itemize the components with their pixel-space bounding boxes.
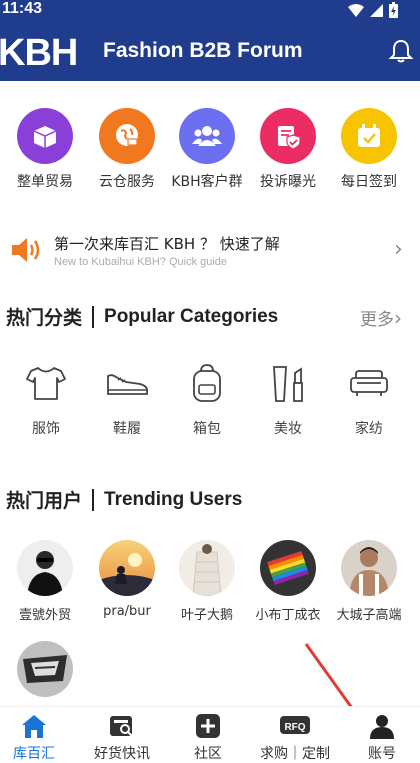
calendar-check-icon (341, 108, 397, 164)
tshirt-icon (26, 367, 66, 400)
speaker-icon (12, 238, 40, 262)
tab-home[interactable]: 库百汇 (0, 713, 76, 763)
user-name: pra/bur (103, 604, 151, 619)
section-title-en: Popular Categories (104, 305, 279, 327)
guide-title: 第一次来库百汇 KBH ？ 快速了解 (54, 235, 280, 253)
section-title-cn: 热门用户 (6, 490, 83, 512)
tab-account[interactable]: 账号 (340, 713, 420, 763)
avatar (17, 540, 73, 596)
plus-box-icon (196, 714, 220, 738)
user-item[interactable]: 壹號外贸 (4, 540, 86, 623)
category-home-textiles[interactable]: 家纺 (334, 362, 404, 438)
more-link[interactable]: 更多› (360, 305, 402, 330)
user-name: 叶子大鹅 (180, 608, 233, 623)
sneaker-icon (107, 374, 149, 395)
shield-icon (260, 108, 316, 164)
quick-action-label: KBH客户群 (171, 174, 243, 190)
section-title-en: Trending Users (104, 488, 243, 510)
tab-label: 求购｜定制 (260, 746, 330, 762)
user-item[interactable]: 小布丁成衣 (247, 540, 329, 623)
category-cosmetics[interactable]: 美妆 (253, 362, 323, 438)
tab-label: 账号 (368, 746, 396, 762)
quick-action-daily-checkin[interactable]: 每日签到 (328, 108, 410, 191)
rfq-icon: RFQ (280, 716, 310, 734)
tab-label: 库百汇 (13, 746, 55, 762)
user-name: 大城子高端 (336, 608, 402, 623)
bottom-tab-bar: 库百汇 好货快讯 社区 RFQ 求购｜定制 账号 (0, 706, 420, 763)
globe-cart-icon (99, 108, 155, 164)
section-title-cn: 热门分类 (6, 307, 83, 329)
tab-rfq[interactable]: RFQ 求购｜定制 (253, 713, 337, 763)
category-bags[interactable]: 箱包 (172, 362, 242, 438)
quick-action-cloud-warehouse[interactable]: 云仓服务 (86, 108, 168, 191)
quick-action-complaint[interactable]: 投诉曝光 (247, 108, 329, 191)
divider (92, 488, 95, 511)
tab-hot-deals[interactable]: 好货快讯 (80, 713, 164, 763)
tab-community[interactable]: 社区 (166, 713, 250, 763)
guide-subtitle: New to Kubaihui KBH? Quick guide (54, 256, 228, 268)
app-header: KBH Fashion B2B Forum (0, 20, 420, 81)
svg-text:RFQ: RFQ (284, 722, 305, 733)
cosmetics-icon (273, 366, 303, 402)
category-shoes[interactable]: 鞋履 (92, 362, 162, 438)
wifi-icon (348, 3, 364, 17)
status-bar: 11:43 (0, 0, 420, 20)
sofa-icon (350, 370, 388, 396)
more-label: 更多 (360, 310, 394, 330)
divider (92, 305, 95, 328)
quick-action-label: 每日签到 (341, 174, 397, 190)
person-icon (370, 715, 394, 739)
bell-icon[interactable] (388, 38, 414, 64)
chevron-right-icon: › (394, 306, 402, 330)
home-icon (22, 715, 46, 738)
category-label: 家纺 (355, 421, 383, 437)
status-icons (348, 2, 398, 18)
avatar (179, 540, 235, 596)
avatar (260, 540, 316, 596)
quick-action-label: 投诉曝光 (260, 174, 316, 190)
news-search-icon (110, 716, 133, 737)
app-title: Fashion B2B Forum (103, 39, 303, 62)
category-label: 鞋履 (113, 421, 141, 437)
user-item[interactable]: 叶子大鹅 (166, 540, 248, 623)
quick-action-bulk-trade[interactable]: 整单贸易 (4, 108, 86, 191)
status-time: 11:43 (2, 0, 43, 17)
quick-action-label: 整单贸易 (17, 174, 73, 190)
quick-action-kbh-group[interactable]: KBH客户群 (166, 108, 248, 191)
battery-icon (389, 2, 398, 18)
avatar (17, 641, 73, 697)
avatar (99, 540, 155, 596)
user-name: 小布丁成衣 (255, 608, 321, 623)
category-label: 箱包 (193, 421, 221, 437)
tab-label: 社区 (194, 746, 222, 762)
tab-label: 好货快讯 (94, 746, 150, 762)
quick-actions: 整单贸易 云仓服务 KBH客户群 投诉曝光 每日签到 (0, 108, 420, 192)
backpack-icon (193, 364, 221, 402)
kbh-logo: KBH (0, 32, 78, 74)
chevron-right-icon: › (394, 237, 403, 262)
group-icon (179, 108, 235, 164)
popular-categories-heading: 热门分类 Popular Categories (6, 303, 278, 330)
category-apparel[interactable]: 服饰 (11, 362, 81, 438)
quick-action-label: 云仓服务 (99, 174, 155, 190)
quick-guide-banner[interactable]: 第一次来库百汇 KBH ？ 快速了解 New to Kubaihui KBH? … (0, 225, 420, 275)
category-label: 美妆 (274, 421, 302, 437)
user-item[interactable]: 大城子高端 (328, 540, 410, 623)
signal-icon (370, 3, 383, 17)
category-list: 服饰 鞋履 箱包 美妆 家纺 (0, 362, 420, 442)
user-item[interactable]: pra/bur (86, 540, 168, 619)
category-label: 服饰 (32, 421, 60, 437)
user-item[interactable] (4, 641, 86, 697)
trending-users-heading: 热门用户 Trending Users (6, 486, 242, 513)
user-name: 壹號外贸 (18, 608, 71, 623)
avatar (341, 540, 397, 596)
box-icon (17, 108, 73, 164)
